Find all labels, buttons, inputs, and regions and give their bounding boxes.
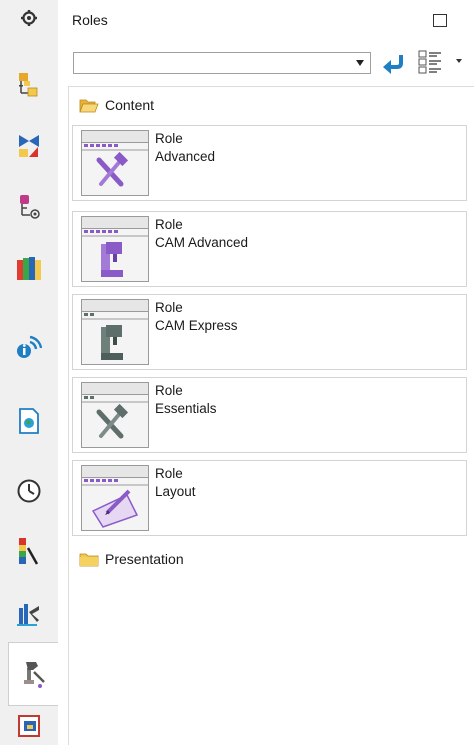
role-card-name: CAM Advanced	[155, 235, 249, 250]
role-card-essentials[interactable]: Role Essentials	[72, 377, 467, 453]
role-card-cam-advanced[interactable]: Role CAM Advanced	[72, 211, 467, 287]
presentation-folder[interactable]: Presentation	[79, 549, 184, 569]
role-card-cam-express[interactable]: Role CAM Express	[72, 294, 467, 370]
system-materials-icon[interactable]	[13, 710, 45, 742]
open-folder-icon	[79, 99, 99, 113]
role-card-name: Essentials	[155, 401, 217, 416]
role-card-name: Advanced	[155, 149, 216, 164]
hd3d-tools-icon[interactable]	[13, 330, 45, 362]
settings-gear-icon[interactable]	[13, 2, 45, 34]
chevron-down-icon	[356, 60, 364, 66]
load-role-button[interactable]	[381, 52, 405, 74]
visualization-palette-icon[interactable]	[13, 535, 45, 567]
role-thumbnail	[81, 299, 149, 365]
list-view-icon	[418, 50, 462, 74]
reuse-library-icon[interactable]	[13, 252, 45, 284]
panel-title: Roles	[72, 12, 108, 28]
role-card-name: CAM Express	[155, 318, 238, 333]
roles-palette-area: Content Role Advanced Role CAM Advanced …	[68, 86, 474, 745]
return-arrow-icon	[383, 55, 403, 74]
role-card-advanced[interactable]: Role Advanced	[72, 125, 467, 201]
part-navigator-icon[interactable]	[13, 190, 45, 222]
process-studio-icon[interactable]	[13, 598, 45, 630]
role-card-layout[interactable]: Role Layout	[72, 460, 467, 536]
role-card-name: Layout	[155, 484, 196, 499]
role-card-type: Role	[155, 466, 183, 481]
history-icon[interactable]	[13, 475, 45, 507]
role-thumbnail	[81, 465, 149, 531]
role-card-type: Role	[155, 131, 183, 146]
roles-icon[interactable]	[8, 642, 58, 706]
constraint-navigator-icon[interactable]	[13, 130, 45, 162]
roles-panel: Roles Content Role Advanced Role CAM Adv…	[58, 0, 474, 745]
web-browser-icon[interactable]	[13, 405, 45, 437]
content-folder-label: Content	[105, 97, 155, 113]
role-selector-dropdown[interactable]	[73, 52, 371, 74]
assembly-navigator-icon[interactable]	[13, 68, 45, 100]
role-card-type: Role	[155, 383, 183, 398]
content-folder[interactable]: Content	[79, 95, 154, 115]
resource-bar	[0, 0, 59, 745]
folder-icon	[79, 553, 99, 567]
role-thumbnail	[81, 382, 149, 448]
presentation-folder-label: Presentation	[105, 551, 184, 567]
role-thumbnail	[81, 130, 149, 196]
view-options-button[interactable]	[415, 49, 467, 77]
role-card-type: Role	[155, 217, 183, 232]
role-thumbnail	[81, 216, 149, 282]
role-card-type: Role	[155, 300, 183, 315]
maximize-button[interactable]	[433, 14, 447, 27]
